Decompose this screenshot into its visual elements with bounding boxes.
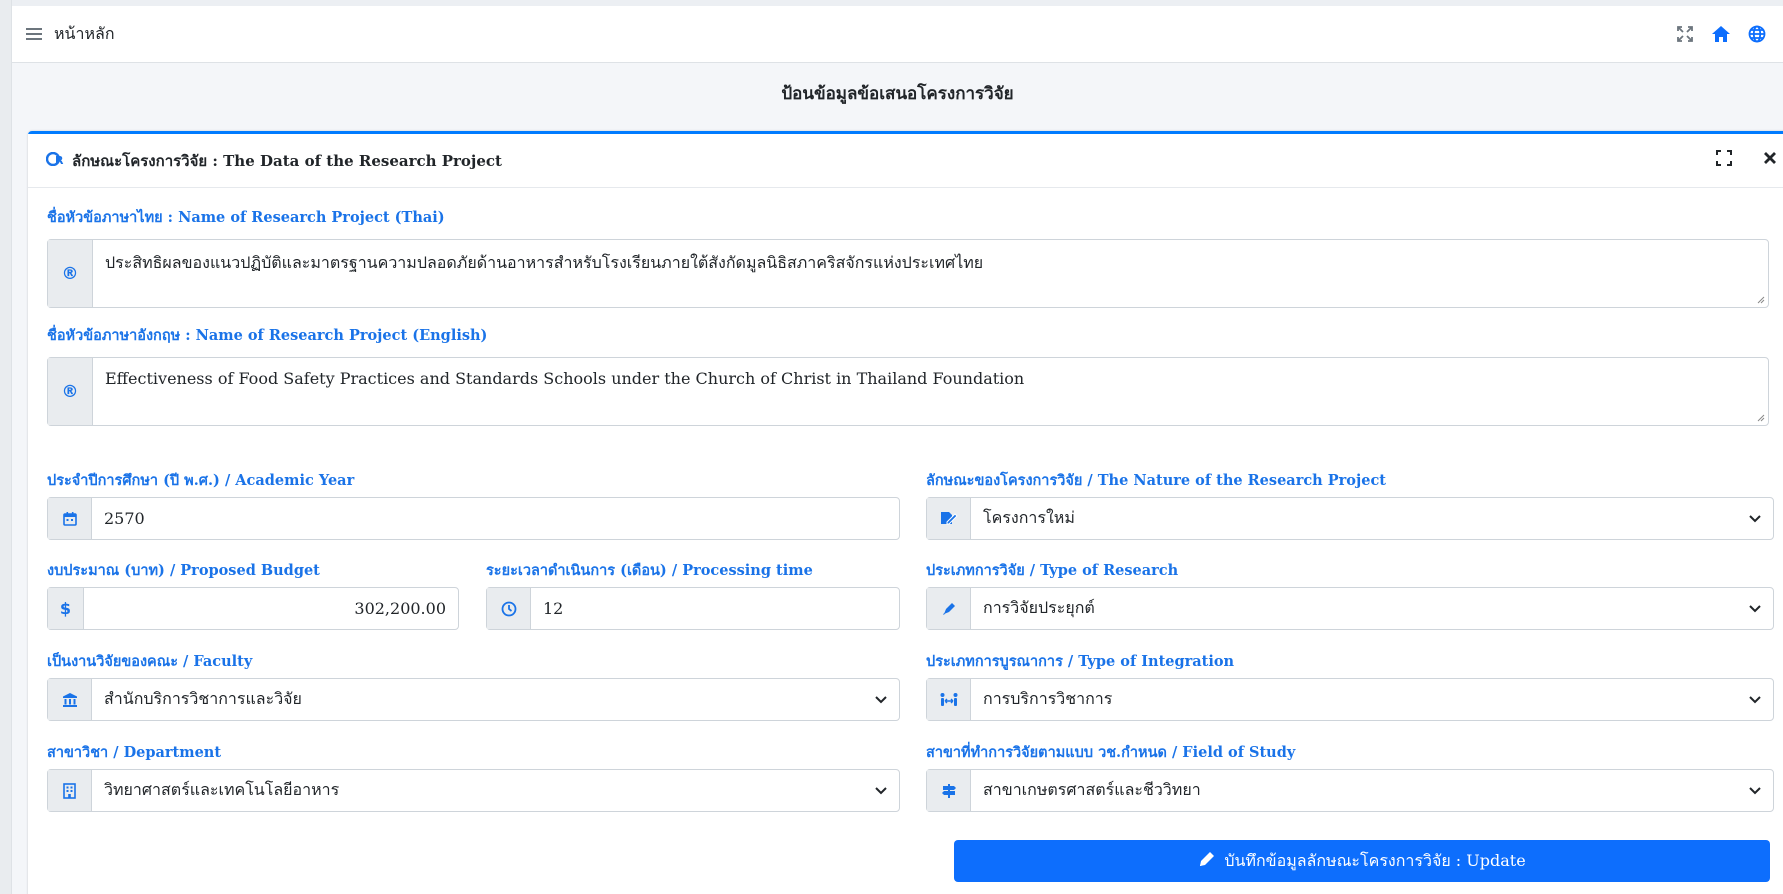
nature-value: โครงการใหม่ xyxy=(983,508,1075,527)
institution-icon xyxy=(48,679,92,720)
name-thai-textarea[interactable]: ประสิทธิผลของแนวปฏิบัติและมาตรฐานความปลอ… xyxy=(93,240,1768,307)
people-arrows-icon xyxy=(927,679,971,720)
signs-post-icon xyxy=(927,770,971,811)
name-english-textarea[interactable]: Effectiveness of Food Safety Practices a… xyxy=(93,358,1768,425)
faculty-label: เป็นงานวิจัยของคณะ / Faculty xyxy=(47,653,253,670)
update-button[interactable]: บันทึกข้อมูลลักษณะโครงการวิจัย : Update xyxy=(954,840,1770,882)
expand-icon[interactable] xyxy=(1675,24,1695,44)
registered-icon: ® xyxy=(48,358,93,425)
navbar-tools xyxy=(1675,24,1783,44)
navbar: หน้าหลัก xyxy=(12,6,1783,63)
sidebar-strip xyxy=(0,0,12,894)
home-icon[interactable] xyxy=(1711,24,1731,44)
name-thai-label: ชื่อหัวข้อภาษาไทย : Name of Research Pro… xyxy=(47,209,445,226)
card-header: R ลักษณะโครงการวิจัย : The Data of the R… xyxy=(28,134,1783,188)
chevron-down-icon xyxy=(1737,679,1773,720)
name-english-label: ชื่อหัวข้อภาษาอังกฤษ : Name of Research … xyxy=(47,327,488,344)
card-title: ลักษณะโครงการวิจัย : The Data of the Res… xyxy=(72,151,502,170)
building-icon xyxy=(48,770,92,811)
name-thai-group: ® ประสิทธิผลของแนวปฏิบัติและมาตรฐานความป… xyxy=(47,239,1769,308)
maximize-icon[interactable] xyxy=(1714,148,1734,168)
update-button-label: บันทึกข้อมูลลักษณะโครงการวิจัย : Update xyxy=(1224,850,1526,870)
nav-home-link[interactable]: หน้าหลัก xyxy=(54,22,115,47)
nature-label: ลักษณะของโครงการวิจัย / The Nature of th… xyxy=(926,472,1386,489)
research-type-value: การวิจัยประยุกต์ xyxy=(983,598,1095,617)
resize-handle-icon[interactable] xyxy=(1755,294,1765,304)
card-tools xyxy=(1714,148,1780,168)
pencil-icon xyxy=(1198,850,1216,872)
budget-label: งบประมาณ (บาท) / Proposed Budget xyxy=(47,562,320,579)
nature-select[interactable]: โครงการใหม่ xyxy=(926,497,1774,540)
department-select[interactable]: วิทยาศาสตร์และเทคโนโลยีอาหาร xyxy=(47,769,900,812)
processing-time-label: ระยะเวลาดำเนินการ (เดือน) / Processing t… xyxy=(486,562,813,579)
integration-select[interactable]: การบริการวิชาการ xyxy=(926,678,1774,721)
pen-icon xyxy=(927,588,971,629)
chevron-down-icon xyxy=(1737,498,1773,539)
chevron-down-icon xyxy=(1737,588,1773,629)
chevron-down-icon xyxy=(863,679,899,720)
name-thai-value: ประสิทธิผลของแนวปฏิบัติและมาตรฐานความปลอ… xyxy=(105,253,984,272)
academic-year-value: 2570 xyxy=(104,509,145,528)
chevron-down-icon xyxy=(1737,770,1773,811)
menu-icon[interactable] xyxy=(16,6,52,63)
field-of-study-value: สาขาเกษตรศาสตร์และชีววิทยา xyxy=(983,780,1201,799)
faculty-value: สำนักบริการวิชาการและวิจัย xyxy=(104,689,302,708)
department-label: สาขาวิชา / Department xyxy=(47,744,222,761)
dollar-icon: $ xyxy=(48,588,84,629)
academic-year-field[interactable]: 2570 xyxy=(47,497,900,540)
research-icon: R xyxy=(45,151,66,170)
page-title: ป้อนข้อมูลข้อเสนอโครงการวิจัย xyxy=(781,84,1014,104)
resize-handle-icon[interactable] xyxy=(1755,412,1765,422)
chevron-down-icon xyxy=(863,770,899,811)
name-english-value: Effectiveness of Food Safety Practices a… xyxy=(105,369,1025,388)
calendar-icon xyxy=(48,498,92,539)
name-english-group: ® Effectiveness of Food Safety Practices… xyxy=(47,357,1769,426)
department-value: วิทยาศาสตร์และเทคโนโลยีอาหาร xyxy=(104,780,340,799)
clock-icon xyxy=(487,588,531,629)
edit-file-icon xyxy=(927,498,971,539)
field-of-study-label: สาขาที่ทำการวิจัยตามแบบ วช.กำหนด / Field… xyxy=(926,744,1296,761)
faculty-select[interactable]: สำนักบริการวิชาการและวิจัย xyxy=(47,678,900,721)
processing-time-value: 12 xyxy=(543,599,564,618)
budget-field[interactable]: $ 302,200.00 xyxy=(47,587,459,630)
integration-value: การบริการวิชาการ xyxy=(983,689,1113,708)
field-of-study-select[interactable]: สาขาเกษตรศาสตร์และชีววิทยา xyxy=(926,769,1774,812)
close-icon[interactable] xyxy=(1760,148,1780,168)
integration-label: ประเภทการบูรณาการ / Type of Integration xyxy=(926,653,1235,670)
research-type-label: ประเภทการวิจัย / Type of Research xyxy=(926,562,1179,579)
svg-text:R: R xyxy=(55,154,64,166)
processing-time-field[interactable]: 12 xyxy=(486,587,900,630)
research-project-card: R ลักษณะโครงการวิจัย : The Data of the R… xyxy=(28,131,1783,894)
globe-icon[interactable] xyxy=(1747,24,1767,44)
academic-year-label: ประจำปีการศึกษา (ปี พ.ศ.) / Academic Yea… xyxy=(47,472,355,489)
budget-value: 302,200.00 xyxy=(354,599,446,618)
registered-icon: ® xyxy=(48,240,93,307)
research-type-select[interactable]: การวิจัยประยุกต์ xyxy=(926,587,1774,630)
